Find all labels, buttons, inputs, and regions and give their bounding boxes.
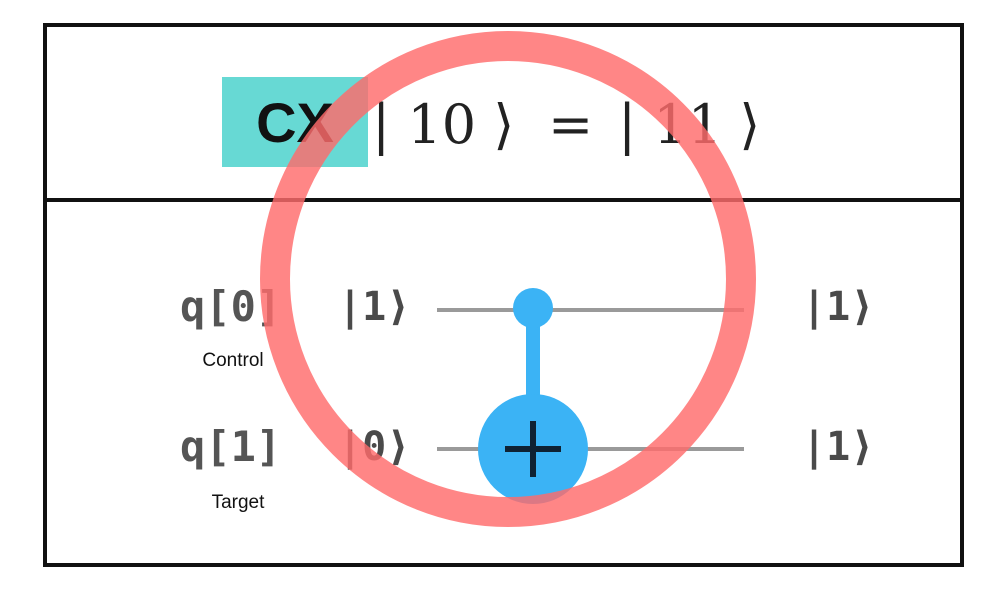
circuit-drawing — [260, 31, 756, 527]
control-dot-icon — [513, 288, 553, 328]
target-plus-icon — [478, 394, 588, 504]
